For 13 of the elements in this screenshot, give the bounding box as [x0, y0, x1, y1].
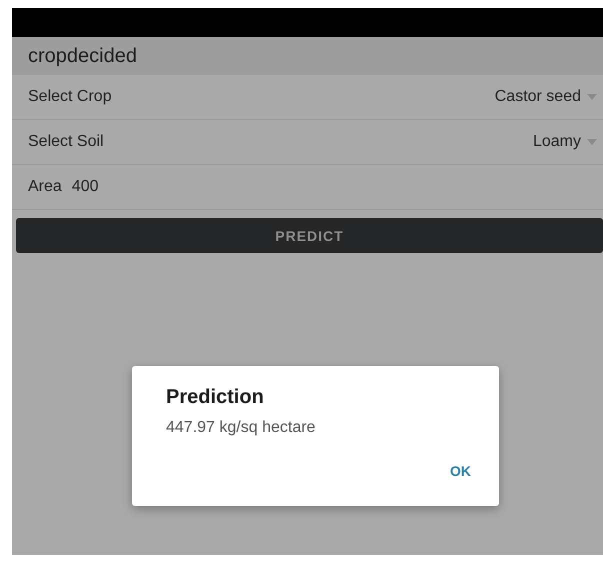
soil-dropdown[interactable]: Loamy: [532, 133, 597, 151]
crop-label: Select Crop: [28, 88, 112, 106]
predict-button[interactable]: PREDICT: [16, 218, 603, 253]
caret-icon: [587, 139, 597, 145]
soil-label: Select Soil: [28, 133, 104, 151]
crop-dropdown[interactable]: Castor seed: [494, 88, 597, 106]
area-label: Area: [28, 178, 62, 196]
dialog-message: 447.97 kg/sq hectare: [166, 419, 316, 437]
app-title: cropdecided: [28, 44, 137, 68]
ok-button[interactable]: OK: [446, 459, 475, 483]
area-input-field[interactable]: 400: [72, 178, 132, 196]
dialog-title: Prediction: [166, 386, 265, 409]
caret-icon: [587, 94, 597, 100]
